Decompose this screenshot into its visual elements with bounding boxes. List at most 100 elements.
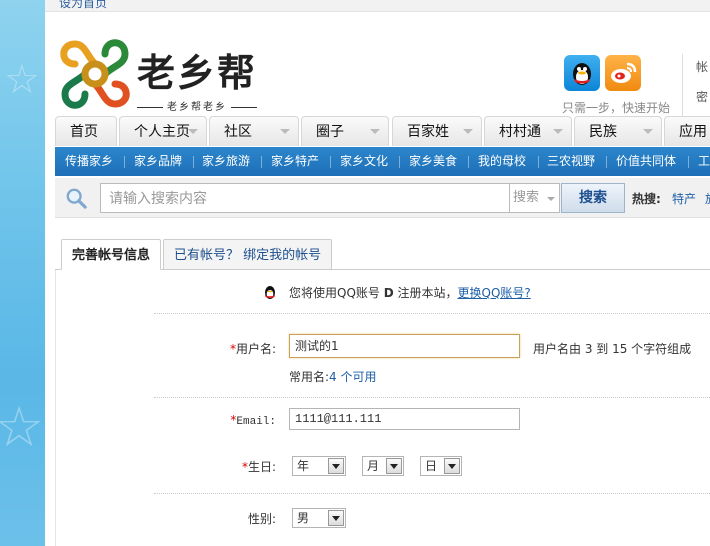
- subnav-separator: [538, 156, 539, 168]
- star-decoration-icon: ☆: [0, 395, 45, 460]
- form-divider: [154, 493, 710, 494]
- nav-tab-label: 个人主页: [134, 124, 190, 140]
- site-logo[interactable]: 老乡帮 老乡帮老乡: [55, 34, 270, 116]
- birth-year-value: 年: [297, 459, 310, 473]
- tab-bind-account[interactable]: 已有帐号？ 绑定我的帐号: [163, 239, 333, 270]
- weibo-login-button[interactable]: [605, 55, 641, 91]
- subnav-item[interactable]: 家乡特产: [271, 147, 319, 176]
- search-button[interactable]: 搜索: [561, 183, 625, 213]
- chevron-down-icon: [463, 129, 473, 134]
- qq-register-notice: 您将使用QQ账号 D 注册本站，更换QQ账号?: [289, 284, 531, 301]
- birth-month-select[interactable]: 月: [362, 456, 404, 476]
- username-label-text: 用户名:: [235, 342, 276, 356]
- subnav-separator: [261, 156, 262, 168]
- birthday-label: *生日:: [156, 458, 276, 475]
- chevron-down-icon: [328, 458, 344, 474]
- subnav-item[interactable]: 家乡文化: [340, 147, 388, 176]
- chevron-down-icon: [280, 129, 290, 134]
- search-input[interactable]: 请输入搜索内容: [100, 183, 510, 213]
- page: 设为首页 老乡帮 老乡帮老乡 只需一步，快速开始 帐 密 首页 个人主页 社区 …: [45, 0, 710, 546]
- search-icon: [66, 188, 87, 209]
- logo-text: 老乡帮: [137, 50, 258, 95]
- star-decoration-icon: ☆: [4, 57, 40, 103]
- chevron-down-icon: [444, 458, 460, 474]
- subnav-separator: [193, 156, 194, 168]
- nav-tab-ethnic[interactable]: 民族: [574, 116, 662, 146]
- email-label-text: Email:: [236, 416, 276, 428]
- search-type-select[interactable]: 搜索: [510, 183, 560, 213]
- email-label: *Email:: [156, 413, 276, 428]
- nav-tab-home[interactable]: 首页: [55, 116, 117, 146]
- header: 老乡帮 老乡帮老乡 只需一步，快速开始 帐 密: [45, 12, 710, 120]
- nav-tab-label: 首页: [70, 124, 98, 140]
- nav-tab-village[interactable]: 村村通: [484, 116, 572, 146]
- subnav-item[interactable]: 价值共同体: [616, 147, 676, 176]
- subnav-item[interactable]: 我的母校: [478, 147, 526, 176]
- logo-slogan: 老乡帮老乡: [133, 98, 261, 113]
- sub-nav: 传播家乡 家乡品牌 家乡旅游 家乡特产 家乡文化 家乡美食 我的母校 三农视野 …: [55, 147, 710, 176]
- password-label: 密: [696, 90, 709, 104]
- subnav-item[interactable]: 家乡旅游: [202, 147, 250, 176]
- nav-tab-label: 民族: [589, 124, 617, 140]
- username-input[interactable]: 测试的1: [289, 334, 520, 358]
- subnav-item[interactable]: 三农视野: [547, 147, 595, 176]
- nav-tab-label: 应用: [679, 124, 707, 140]
- registration-form: 您将使用QQ账号 D 注册本站，更换QQ账号? *用户名: 测试的1 用户名由 …: [55, 270, 710, 546]
- notice-text: 注册本站，: [393, 286, 458, 300]
- birth-year-select[interactable]: 年: [292, 456, 346, 476]
- common-names-link[interactable]: 4 个可用: [329, 370, 376, 384]
- nav-tab-apps[interactable]: 应用: [664, 116, 710, 146]
- chevron-down-icon: [386, 458, 402, 474]
- nav-tab-surnames[interactable]: 百家姓: [392, 116, 482, 146]
- search-bar: 请输入搜索内容 搜索 搜索 热搜: 特产 旅: [55, 178, 710, 218]
- hot-search-label: 热搜:: [632, 192, 661, 206]
- hot-search-item[interactable]: 旅: [705, 190, 710, 207]
- change-qq-account-link[interactable]: 更换QQ账号?: [458, 286, 531, 300]
- username-hint: 用户名由 3 到 15 个字符组成: [533, 342, 692, 356]
- chevron-down-icon: [188, 129, 198, 134]
- subnav-item[interactable]: 传播家乡: [65, 147, 113, 176]
- subnav-separator: [330, 156, 331, 168]
- nav-tab-label: 社区: [224, 124, 252, 140]
- account-label: 帐: [696, 60, 709, 74]
- common-names: 常用名:4 个可用: [289, 368, 377, 385]
- qq-login-button[interactable]: [564, 55, 600, 91]
- subnav-separator: [124, 156, 125, 168]
- nav-tab-label: 村村通: [499, 124, 541, 140]
- chevron-down-icon: [553, 129, 563, 134]
- tab-complete-account[interactable]: 完善帐号信息: [61, 239, 162, 270]
- subnav-item[interactable]: 家乡美食: [409, 147, 457, 176]
- birthday-label-text: 生日:: [247, 460, 276, 474]
- header-divider: [682, 54, 683, 120]
- nav-tab-label: 百家姓: [407, 124, 449, 140]
- gender-value: 男: [297, 511, 310, 525]
- subnav-item[interactable]: 工: [698, 147, 710, 176]
- nav-tab-personal[interactable]: 个人主页: [119, 116, 207, 146]
- qq-penguin-icon: [573, 63, 591, 85]
- account-tabs: 完善帐号信息 已有帐号？ 绑定我的帐号: [55, 238, 710, 270]
- birth-day-select[interactable]: 日: [420, 456, 462, 476]
- nav-tab-community[interactable]: 社区: [209, 116, 299, 146]
- email-input[interactable]: 1111@111.111: [289, 408, 520, 430]
- qq-penguin-icon: [265, 286, 275, 299]
- subnav-item[interactable]: 家乡品牌: [134, 147, 182, 176]
- hot-search-item[interactable]: 特产: [672, 190, 696, 207]
- username-label: *用户名:: [156, 340, 276, 357]
- chevron-down-icon: [547, 197, 555, 201]
- gender-select[interactable]: 男: [292, 508, 346, 528]
- chevron-down-icon: [643, 129, 653, 134]
- logo-knot-icon: [60, 39, 130, 109]
- social-login-hint: 只需一步，快速开始: [562, 101, 671, 115]
- nav-tab-label: 圈子: [316, 124, 344, 140]
- birth-day-value: 日: [425, 459, 438, 473]
- set-home-link[interactable]: 设为首页: [59, 0, 107, 11]
- nav-tab-circle[interactable]: 圈子: [301, 116, 389, 146]
- qq-account-name: D: [383, 286, 394, 300]
- form-divider: [154, 313, 710, 314]
- subnav-separator: [399, 156, 400, 168]
- left-decorative-strip: ☆ ☆: [0, 0, 45, 546]
- gender-label: 性别:: [247, 512, 276, 526]
- subnav-separator: [606, 156, 607, 168]
- chevron-down-icon: [370, 129, 380, 134]
- common-name-label: 常用名:: [289, 370, 330, 384]
